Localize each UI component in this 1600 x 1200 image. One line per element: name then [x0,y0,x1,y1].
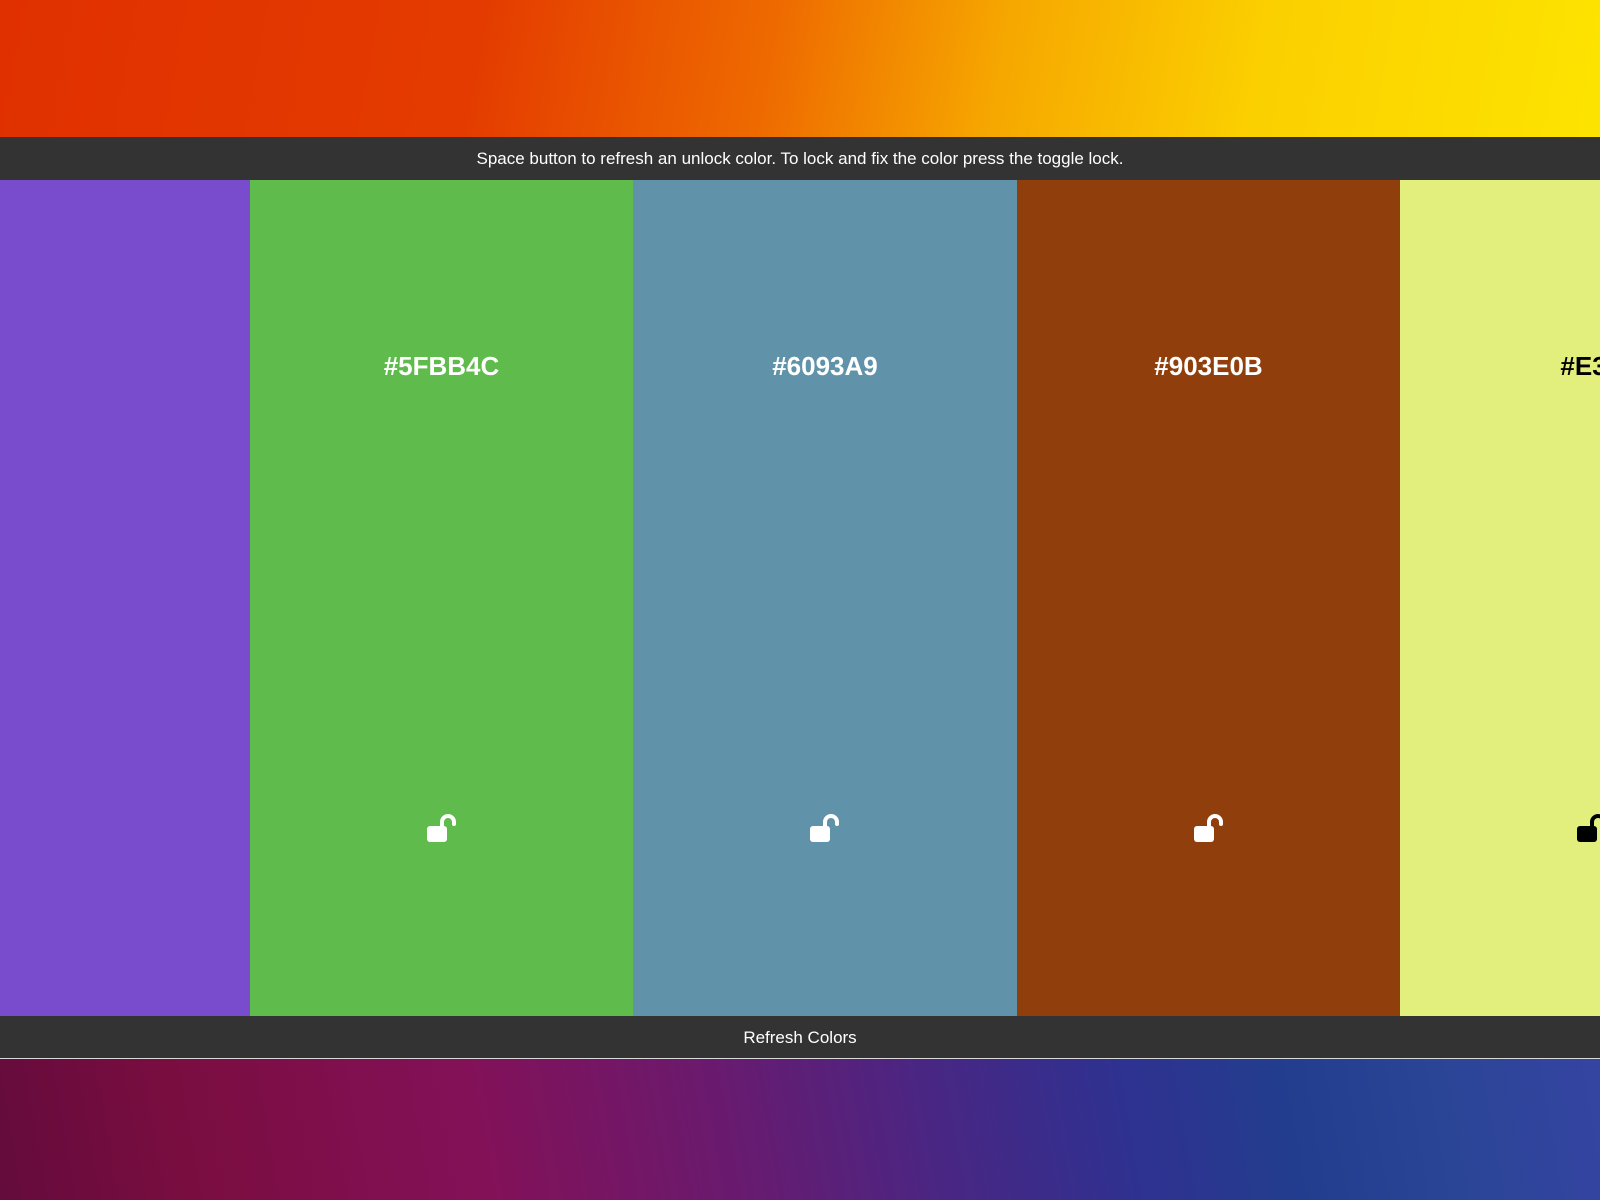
hex-code-label[interactable]: #5FBB4C [250,352,633,380]
color-column-3: #6093A9 [633,180,1017,1016]
unlock-icon[interactable] [1575,812,1600,844]
unlock-icon[interactable] [808,812,842,844]
color-column-2: #5FBB4C [250,180,633,1016]
color-column-4: #903E0B [1017,180,1400,1016]
palette-columns: #794CCE #5FBB4C #6093A9 #903E0B #E3F [0,180,1600,1016]
unlock-icon[interactable] [425,812,459,844]
refresh-colors-button[interactable]: Refresh Colors [0,1016,1600,1059]
hex-code-label[interactable]: #6093A9 [633,352,1017,380]
color-column-1: #794CCE [0,180,250,1016]
color-palette-app: Space button to refresh an unlock color.… [0,0,1600,1200]
bottom-gradient-banner [0,1059,1600,1200]
instructions-bar: Space button to refresh an unlock color.… [0,137,1600,180]
top-gradient-banner [0,0,1600,137]
hex-code-label[interactable]: #903E0B [1017,352,1400,380]
color-column-5: #E3F [1400,180,1600,1016]
hex-code-label[interactable]: #794CCE [0,352,116,380]
hex-code-label[interactable]: #E3F [1400,352,1600,380]
unlock-icon[interactable] [1192,812,1226,844]
